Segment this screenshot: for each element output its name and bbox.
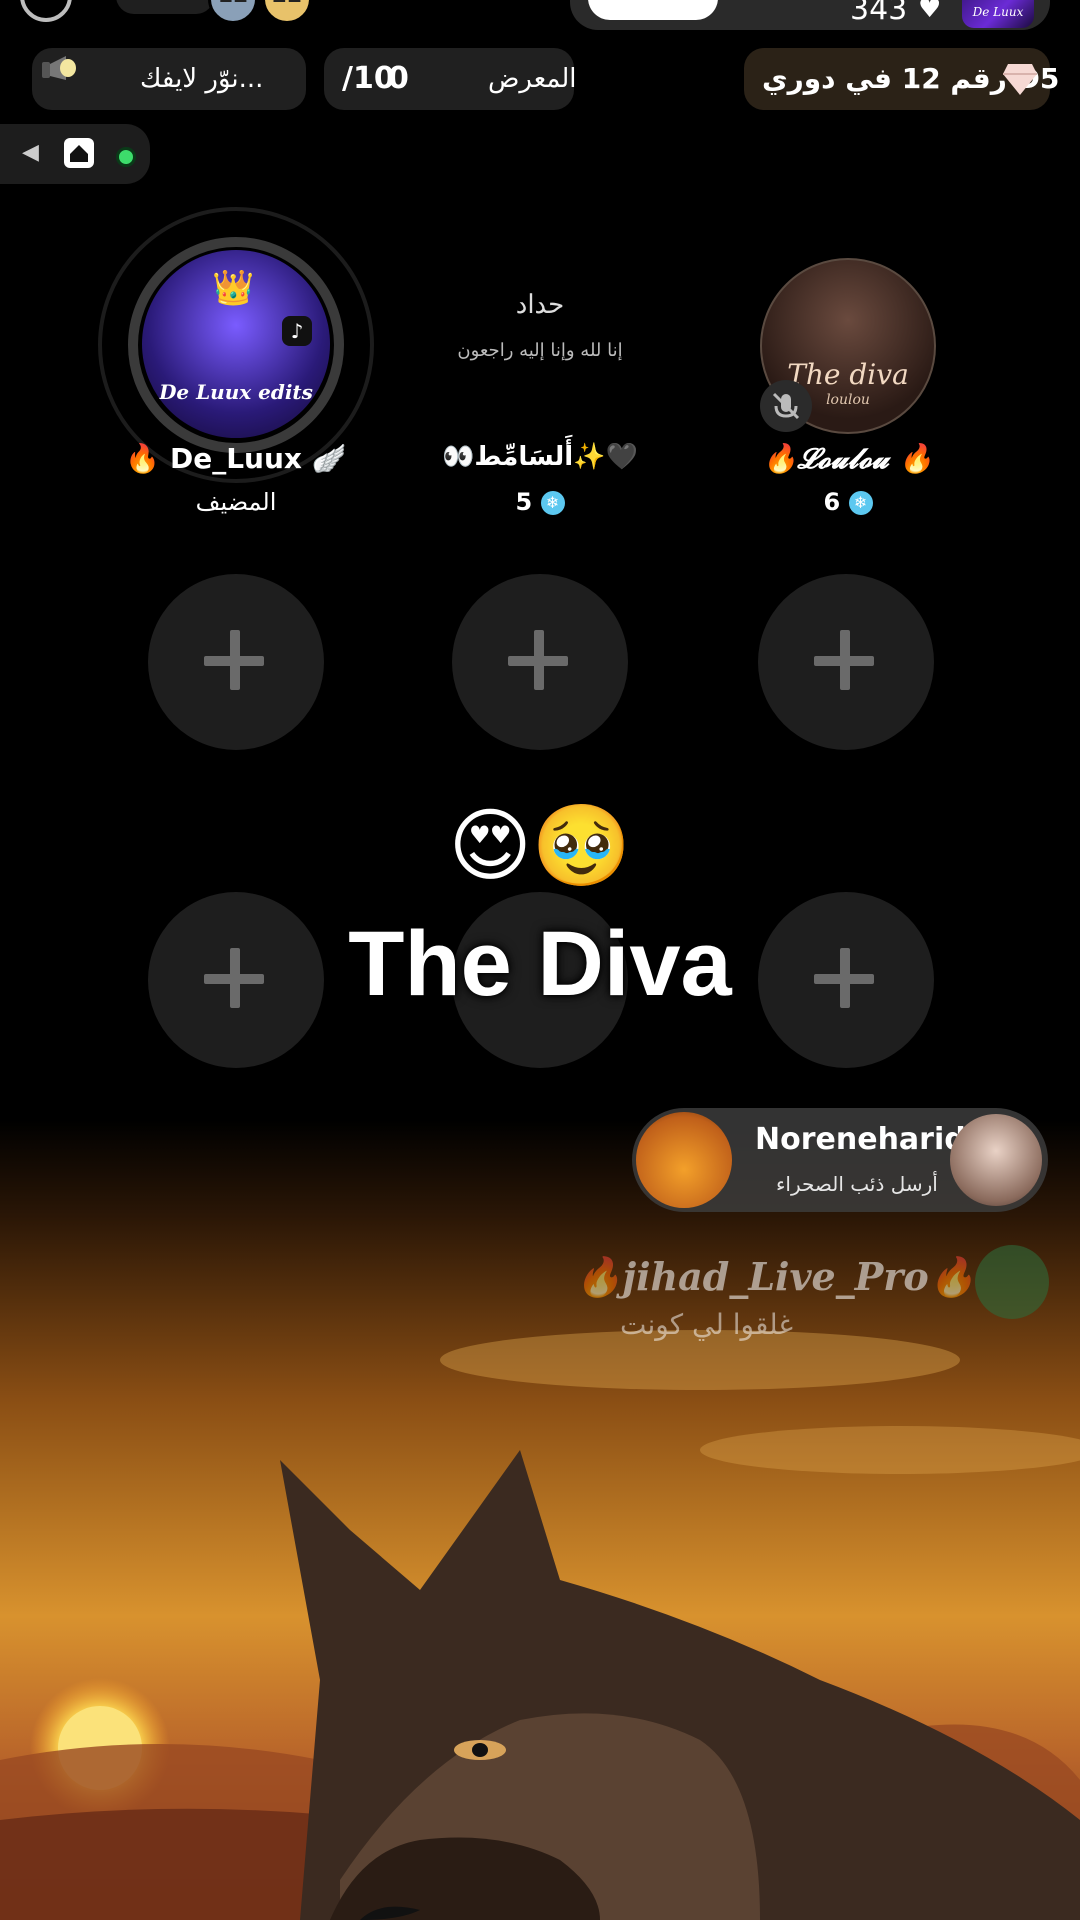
host-name: 🔥 De_Luux 🪽 — [125, 442, 347, 475]
collapse-arrow-icon[interactable]: ◀ — [22, 140, 39, 165]
online-status-dot — [116, 147, 136, 167]
home-icon[interactable] — [62, 136, 96, 170]
wolf-gift-icon — [636, 1112, 732, 1208]
gallery-score: /10 — [342, 48, 395, 110]
gallery-label: المعرض — [488, 64, 577, 94]
chat-avatar[interactable] — [975, 1245, 1049, 1319]
viewer-count: 343 — [850, 0, 908, 27]
seat-2-level: 5 ❄ — [400, 488, 680, 516]
mourning-avatar-line1: حداد — [515, 290, 565, 320]
plus-icon-v — [230, 630, 240, 690]
host-avatar[interactable]: De Luux edits 👑 ♪ — [142, 250, 330, 438]
gallery-total: /10 — [342, 61, 395, 96]
gift-message: أرسل ذئب الصحراء — [776, 1172, 938, 1196]
heart-shape-icon — [588, 0, 718, 20]
top-avatar-level[interactable]: 22 — [262, 0, 312, 24]
plus-icon-v — [534, 630, 544, 690]
room-logo[interactable]: De Luux edits — [962, 0, 1034, 99]
light-up-label: نوّر لايفك... — [140, 64, 264, 94]
spotlight-icon — [42, 56, 76, 80]
snowflake-icon: ❄ — [848, 491, 873, 515]
overlay-title: The Diva — [348, 913, 732, 1015]
gift-sender-name: Noreneharid — [755, 1122, 966, 1157]
wolf-sunset-scene — [0, 1120, 1080, 1920]
seat-3-level-num: 6 — [823, 488, 841, 516]
chat-message: غلقوا لي كونت — [620, 1308, 794, 1341]
top-avatar-level[interactable]: 12 — [208, 0, 258, 24]
host-role: المضيف — [195, 488, 277, 516]
seat-2-name: 👀أَلسَامِّط✨🖤 — [442, 442, 638, 472]
level-a: 12 — [218, 0, 249, 8]
overlay-emojis: 😍🥹 — [448, 799, 632, 892]
level-b: 22 — [272, 0, 303, 8]
top-pill[interactable] — [116, 0, 214, 14]
follow-button[interactable] — [588, 0, 718, 20]
crown-icon: 👑 — [212, 268, 255, 308]
empty-seat[interactable] — [148, 574, 324, 750]
close-ring-icon[interactable] — [20, 0, 72, 22]
heart-icon: ♥ — [918, 0, 942, 24]
mourning-avatar-line2: إنا لله وإنا إليه راجعون — [457, 340, 623, 361]
diamond-icon — [1003, 64, 1037, 95]
gallery-current: 0 — [388, 61, 409, 96]
host-avatar-text: De Luux edits — [159, 380, 313, 404]
gift-sender-avatar[interactable] — [950, 1114, 1042, 1206]
seat-2-level-num: 5 — [515, 488, 533, 516]
chat-username[interactable]: 🔥jihad_Live_Pro🔥 — [575, 1254, 976, 1300]
tiktok-icon: ♪ — [282, 316, 312, 346]
empty-seat[interactable] — [452, 574, 628, 750]
seat-3-name: 🔥𝓛𝓸𝓾𝓵𝓸𝓾 🔥 — [762, 442, 934, 475]
muted-mic-icon — [760, 380, 812, 432]
empty-seat[interactable] — [758, 574, 934, 750]
seat-3-level: 6 ❄ — [708, 488, 988, 516]
snowflake-icon: ❄ — [540, 491, 565, 515]
plus-icon-v — [840, 630, 850, 690]
